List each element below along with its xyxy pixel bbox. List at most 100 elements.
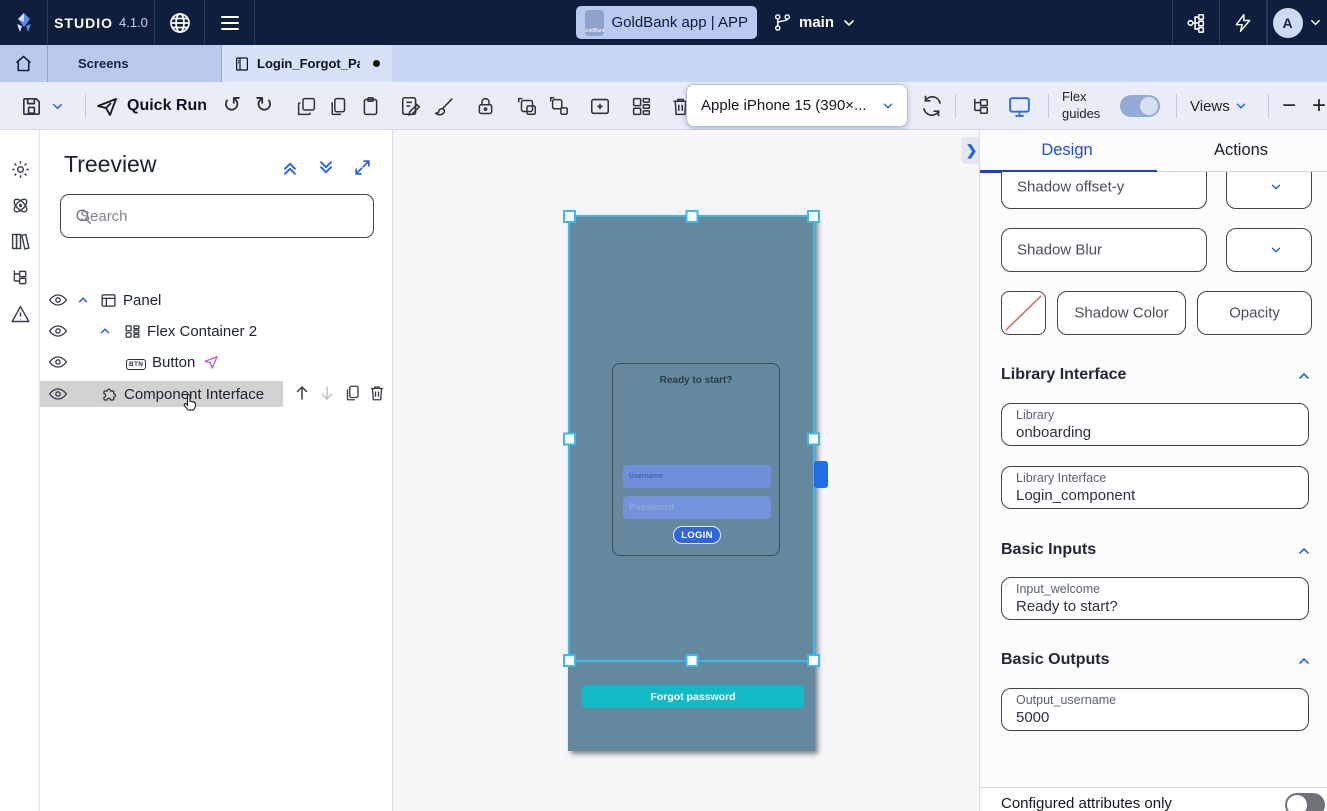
action-plane-icon (203, 354, 219, 370)
undo-button[interactable]: ↺ (218, 82, 246, 130)
configured-attributes-toggle[interactable] (1285, 793, 1325, 811)
forgot-password-button[interactable]: Forgot password (582, 685, 804, 708)
tab-design[interactable]: Design (980, 130, 1154, 171)
shadow-color-label: Shadow Color (1058, 305, 1185, 322)
run-icon (95, 94, 119, 118)
device-selector[interactable]: Apple iPhone 15 (390×... (686, 84, 908, 127)
theme-style-button[interactable] (397, 82, 425, 130)
inspector-footer: Configured attributes only (980, 787, 1327, 811)
collapse-all-button[interactable] (280, 158, 300, 178)
group-button[interactable] (513, 82, 541, 130)
output-username-value: 5000 (1016, 709, 1294, 728)
cursor-hand-icon (180, 392, 200, 414)
version-number: 4.1.0 (119, 15, 148, 30)
views-label: Views (1190, 98, 1230, 115)
duplicate-button[interactable] (292, 82, 320, 130)
branch-chevron-down-icon (841, 15, 857, 31)
tree-row-flex-container[interactable]: Flex Container 2 (40, 318, 393, 344)
treeview-panel: Treeview Panel (40, 130, 393, 811)
studio-logo[interactable] (0, 0, 48, 45)
quick-actions-button[interactable] (1220, 0, 1267, 45)
design-canvas[interactable]: Ready to start? Username Password LOGIN … (393, 130, 979, 811)
hierarchy-button[interactable] (1172, 0, 1220, 45)
tab-screens[interactable]: Screens (48, 45, 222, 82)
warnings-icon[interactable] (10, 304, 31, 325)
section-collapse-chevron-icon[interactable] (1296, 368, 1312, 384)
branch-name: main (799, 14, 834, 31)
opacity-button[interactable]: Opacity (1197, 291, 1312, 335)
input-welcome-value: Ready to start? (1016, 598, 1294, 617)
ungroup-button[interactable] (545, 82, 573, 130)
save-button[interactable] (16, 82, 46, 130)
user-menu[interactable]: A (1267, 0, 1327, 45)
redo-button[interactable]: ↻ (250, 82, 278, 130)
duplicate-row-icon[interactable] (343, 384, 361, 402)
app-badge[interactable]: GoldBank GoldBank app | APP (576, 6, 757, 39)
library-interface-field[interactable]: Library Interface Login_component (1001, 466, 1309, 509)
scroll-grab-handle[interactable] (814, 461, 828, 488)
shadow-blur-unit-dropdown[interactable] (1226, 228, 1312, 272)
paintbrush-button[interactable] (431, 82, 459, 130)
tab-actions[interactable]: Actions (1154, 130, 1327, 171)
move-up-icon[interactable] (293, 384, 311, 402)
login-button[interactable]: LOGIN (673, 526, 721, 544)
shadow-blur-field[interactable]: Shadow Blur (1001, 228, 1207, 272)
zoom-in-button[interactable]: + (1306, 82, 1327, 130)
views-chevron-down-icon (1234, 99, 1248, 113)
visibility-eye-icon[interactable] (48, 352, 68, 372)
section-basic-outputs: Basic Outputs (1001, 651, 1109, 669)
save-options-chevron[interactable] (44, 82, 70, 130)
atom-icon[interactable] (10, 195, 31, 216)
add-frame-button[interactable] (586, 82, 614, 130)
tab-login-forgot[interactable]: Login_Forgot_Pa... (222, 45, 392, 82)
section-collapse-chevron-icon[interactable] (1296, 653, 1312, 669)
copy-button[interactable] (323, 82, 351, 130)
visibility-eye-icon[interactable] (48, 321, 68, 341)
screen-preview-button[interactable] (1002, 82, 1036, 130)
main-menu-button[interactable] (205, 0, 255, 45)
library-books-icon[interactable] (10, 231, 31, 252)
zoom-out-button[interactable]: − (1276, 82, 1302, 130)
app-thumbnail: GoldBank (585, 10, 604, 36)
shadow-offset-y-field[interactable]: Shadow offset-y (1001, 172, 1207, 209)
login-card[interactable]: Ready to start? Username Password LOGIN (612, 363, 780, 556)
username-input[interactable]: Username (623, 465, 771, 488)
tree-row-panel[interactable]: Panel (40, 287, 393, 313)
treeview-rail-icon[interactable] (10, 267, 31, 288)
views-dropdown[interactable]: Views (1190, 82, 1248, 130)
visibility-eye-icon[interactable] (48, 384, 68, 404)
tree-view-button[interactable] (964, 82, 998, 130)
shadow-color-swatch[interactable] (1001, 291, 1046, 335)
output-username-field[interactable]: Output_username 5000 (1001, 688, 1309, 731)
tree-row-component-interface[interactable]: Component Interface (40, 381, 283, 407)
tree-search[interactable] (60, 194, 374, 238)
flex-guides-toggle[interactable] (1120, 82, 1160, 130)
phone-screen[interactable]: Ready to start? Username Password LOGIN … (568, 215, 815, 751)
quick-run-button[interactable]: Quick Run (95, 82, 207, 130)
hamburger-icon (218, 12, 242, 34)
collapse-chevron-icon[interactable] (98, 324, 112, 338)
move-down-icon[interactable] (318, 384, 336, 402)
visibility-eye-icon[interactable] (48, 290, 68, 310)
paste-button[interactable] (356, 82, 384, 130)
input-welcome-field[interactable]: Input_welcome Ready to start? (1001, 577, 1309, 620)
delete-row-icon[interactable] (368, 384, 386, 402)
inspector-scroll-area[interactable]: Shadow offset-y Shadow Blur Shadow Color (980, 172, 1327, 787)
language-button[interactable] (155, 0, 205, 45)
collapse-chevron-icon[interactable] (76, 293, 90, 307)
layout-grid-button[interactable] (627, 82, 655, 130)
refresh-button[interactable] (916, 82, 948, 130)
shadow-offset-y-unit-dropdown[interactable] (1226, 172, 1312, 209)
settings-gear-icon[interactable] (10, 159, 31, 180)
expand-panel-button[interactable] (353, 158, 372, 177)
search-input[interactable] (78, 196, 358, 236)
expand-all-button[interactable] (316, 158, 336, 178)
lock-button[interactable] (471, 82, 499, 130)
password-input[interactable]: Password (623, 496, 771, 519)
home-button[interactable] (0, 45, 48, 82)
section-collapse-chevron-icon[interactable] (1296, 543, 1312, 559)
branch-selector[interactable]: main (773, 0, 857, 45)
shadow-color-button[interactable]: Shadow Color (1057, 291, 1186, 335)
library-field[interactable]: Library onboarding (1001, 403, 1309, 446)
tree-row-button[interactable]: BTN Button (40, 349, 393, 375)
